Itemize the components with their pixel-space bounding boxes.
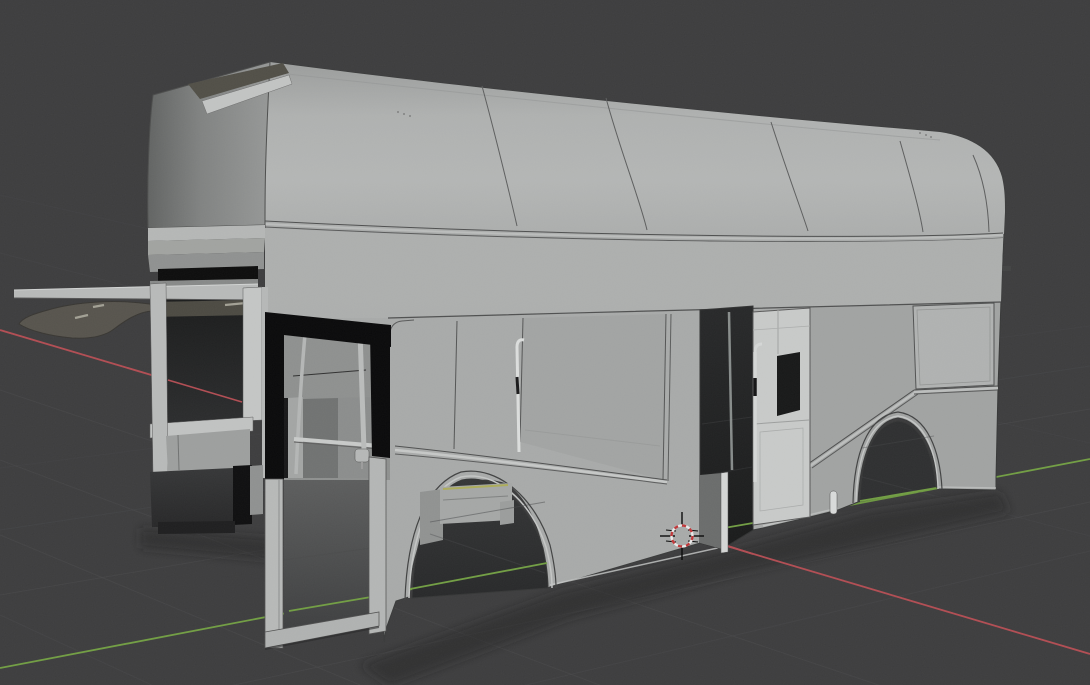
- viewport-grain-overlay: [0, 0, 1090, 685]
- 3d-viewport[interactable]: [0, 0, 1090, 685]
